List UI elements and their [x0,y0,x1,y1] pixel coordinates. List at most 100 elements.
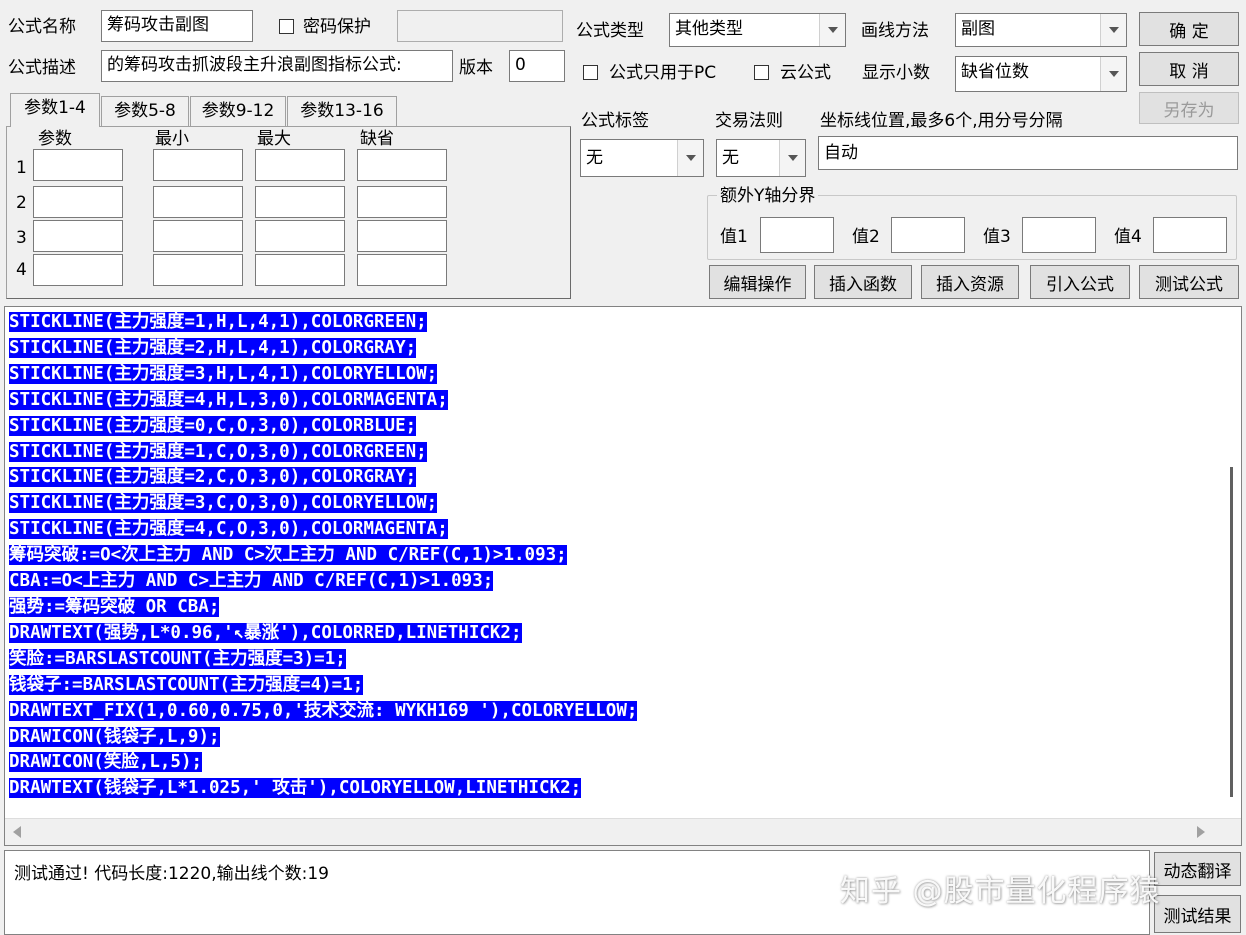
axis-position-input[interactable]: 自动 [818,136,1238,170]
code-line[interactable]: 筹码突破:=O<次上主力 AND C>次上主力 AND C/REF(C,1)>1… [9,543,637,569]
code-line[interactable]: STICKLINE(主力强度=3,C,O,3,0),COLORYELLOW; [9,491,637,517]
param-4-min-input[interactable] [153,254,243,286]
save-as-button[interactable]: 另存为 [1139,92,1239,124]
chevron-down-icon[interactable] [1100,14,1126,46]
code-line[interactable]: STICKLINE(主力强度=0,C,O,3,0),COLORBLUE; [9,414,637,440]
formula-name-input[interactable]: 筹码攻击副图 [101,10,253,42]
param-3-default-input[interactable] [357,220,447,252]
edit-operation-button[interactable]: 编辑操作 [709,265,806,299]
param-4-default-input[interactable] [357,254,447,286]
draw-method-value: 副图 [961,19,995,39]
formula-type-select[interactable]: 其他类型 [669,13,846,47]
param-4-name-input[interactable] [33,254,123,286]
param-1-max-input[interactable] [255,149,345,181]
code-line-text: STICKLINE(主力强度=2,C,O,3,0),COLORGRAY; [9,467,417,488]
scroll-right-icon[interactable] [1197,826,1205,838]
param-1-default-input[interactable] [357,149,447,181]
chevron-down-icon[interactable] [1100,57,1126,91]
cancel-button[interactable]: 取 消 [1139,52,1239,86]
code-line-text: DRAWTEXT(强势,L*0.96,'↖暴涨'),COLORRED,LINET… [9,622,522,643]
value-3-input[interactable] [1022,217,1096,253]
code-line[interactable]: STICKLINE(主力强度=1,C,O,3,0),COLORGREEN; [9,440,637,466]
param-3-name-input[interactable] [33,220,123,252]
tab-params-5-8[interactable]: 参数5-8 [101,96,189,126]
insert-resource-button[interactable]: 插入资源 [921,265,1019,299]
password-protect-checkbox[interactable] [279,19,294,34]
param-1-name-input[interactable] [33,149,123,181]
cloud-formula-checkbox[interactable] [754,65,769,80]
param-2-default-input[interactable] [357,186,447,218]
value-2-input[interactable] [891,217,965,253]
formula-desc-label: 公式描述 [8,58,76,78]
code-line[interactable]: DRAWTEXT(强势,L*0.96,'↖暴涨'),COLORRED,LINET… [9,621,637,647]
param-2-name-input[interactable] [33,186,123,218]
chevron-down-icon[interactable] [819,14,845,46]
code-line[interactable]: CBA:=O<上主力 AND C>上主力 AND C/REF(C,1)>1.09… [9,569,637,595]
value-3-label: 值3 [983,227,1011,247]
code-line[interactable]: DRAWICON(钱袋子,L,9); [9,725,637,751]
code-lines[interactable]: STICKLINE(主力强度=1,H,L,4,1),COLORGREEN; STI… [9,310,638,802]
code-line-text: CBA:=O<上主力 AND C>上主力 AND C/REF(C,1)>1.09… [9,571,494,592]
param-header-max: 最大 [257,129,291,149]
code-line[interactable]: DRAWTEXT(钱袋子,L*1.025,' 攻击'),COLORYELLOW,… [9,776,637,802]
code-line-text: 强势:=筹码突破 OR CBA; [9,596,220,617]
param-4-max-input[interactable] [255,254,345,286]
trade-rule-select[interactable]: 无 [716,139,806,177]
watermark: 知乎 @股市量化程序猿 [840,874,1161,909]
param-1-min-input[interactable] [153,149,243,181]
tab-params-13-16[interactable]: 参数13-16 [287,96,397,126]
value-1-input[interactable] [760,217,834,253]
code-line-text: 钱袋子:=BARSLASTCOUNT(主力强度=4)=1; [9,674,364,695]
value-4-input[interactable] [1153,217,1227,253]
scroll-left-icon[interactable] [13,826,21,838]
code-line[interactable]: STICKLINE(主力强度=3,H,L,4,1),COLORYELLOW; [9,362,637,388]
test-formula-button[interactable]: 测试公式 [1139,265,1239,299]
ok-button[interactable]: 确 定 [1139,12,1239,46]
chevron-down-icon[interactable] [779,140,805,176]
formula-type-label: 公式类型 [576,21,644,41]
code-line[interactable]: 强势:=筹码突破 OR CBA; [9,595,637,621]
code-line[interactable]: 钱袋子:=BARSLASTCOUNT(主力强度=4)=1; [9,673,637,699]
code-line[interactable]: STICKLINE(主力强度=4,H,L,3,0),COLORMAGENTA; [9,388,637,414]
formula-tag-label: 公式标签 [581,111,649,131]
code-line-text: STICKLINE(主力强度=4,C,O,3,0),COLORMAGENTA; [9,519,448,540]
chevron-down-icon[interactable] [677,140,703,176]
draw-method-select[interactable]: 副图 [955,13,1127,47]
code-line[interactable]: DRAWTEXT_FIX(1,0.60,0.75,0,'技术交流: WYKH16… [9,699,638,725]
extra-y-axis-label: 额外Y轴分界 [717,185,819,207]
axis-position-label: 坐标线位置,最多6个,用分号分隔 [820,111,1063,131]
decimals-select[interactable]: 缺省位数 [955,56,1127,92]
dynamic-translate-button[interactable]: 动态翻译 [1154,852,1241,886]
code-editor[interactable]: STICKLINE(主力强度=1,H,L,4,1),COLORGREEN; STI… [4,306,1242,846]
tab-params-9-12[interactable]: 参数9-12 [190,96,286,126]
code-line-text: STICKLINE(主力强度=4,H,L,3,0),COLORMAGENTA; [9,389,448,410]
code-line[interactable]: 笑脸:=BARSLASTCOUNT(主力强度=3)=1; [9,647,637,673]
code-line[interactable]: STICKLINE(主力强度=2,C,O,3,0),COLORGRAY; [9,465,637,491]
code-line[interactable]: STICKLINE(主力强度=1,H,L,4,1),COLORGREEN; [9,310,637,336]
vertical-scrollbar[interactable] [1223,307,1241,819]
tab-params-1-4[interactable]: 参数1-4 [10,93,100,127]
insert-function-button[interactable]: 插入函数 [814,265,912,299]
param-3-max-input[interactable] [255,220,345,252]
version-input[interactable]: 0 [509,50,565,82]
horizontal-scrollbar[interactable] [5,818,1241,845]
import-formula-button[interactable]: 引入公式 [1030,265,1130,299]
scrollbar-thumb[interactable] [1230,467,1233,797]
test-result-button[interactable]: 测试结果 [1154,895,1241,933]
formula-tag-select[interactable]: 无 [580,139,704,177]
value-2-label: 值2 [852,227,880,247]
password-input[interactable] [397,10,563,42]
code-line[interactable]: STICKLINE(主力强度=4,C,O,3,0),COLORMAGENTA; [9,517,637,543]
status-text: 测试通过! 代码长度:1220,输出线个数:19 [14,864,329,884]
param-3-min-input[interactable] [153,220,243,252]
param-2-max-input[interactable] [255,186,345,218]
code-line-text: STICKLINE(主力强度=0,C,O,3,0),COLORBLUE; [9,415,417,436]
code-line[interactable]: STICKLINE(主力强度=2,H,L,4,1),COLORGRAY; [9,336,637,362]
param-2-min-input[interactable] [153,186,243,218]
formula-tag-value: 无 [586,148,603,168]
param-row-index: 3 [16,228,27,248]
code-line[interactable]: DRAWICON(笑脸,L,5); [9,750,637,776]
formula-desc-input[interactable]: 的筹码攻击抓波段主升浪副图指标公式: [101,50,453,82]
pc-only-checkbox[interactable] [583,65,598,80]
param-header-default: 缺省 [360,129,394,149]
